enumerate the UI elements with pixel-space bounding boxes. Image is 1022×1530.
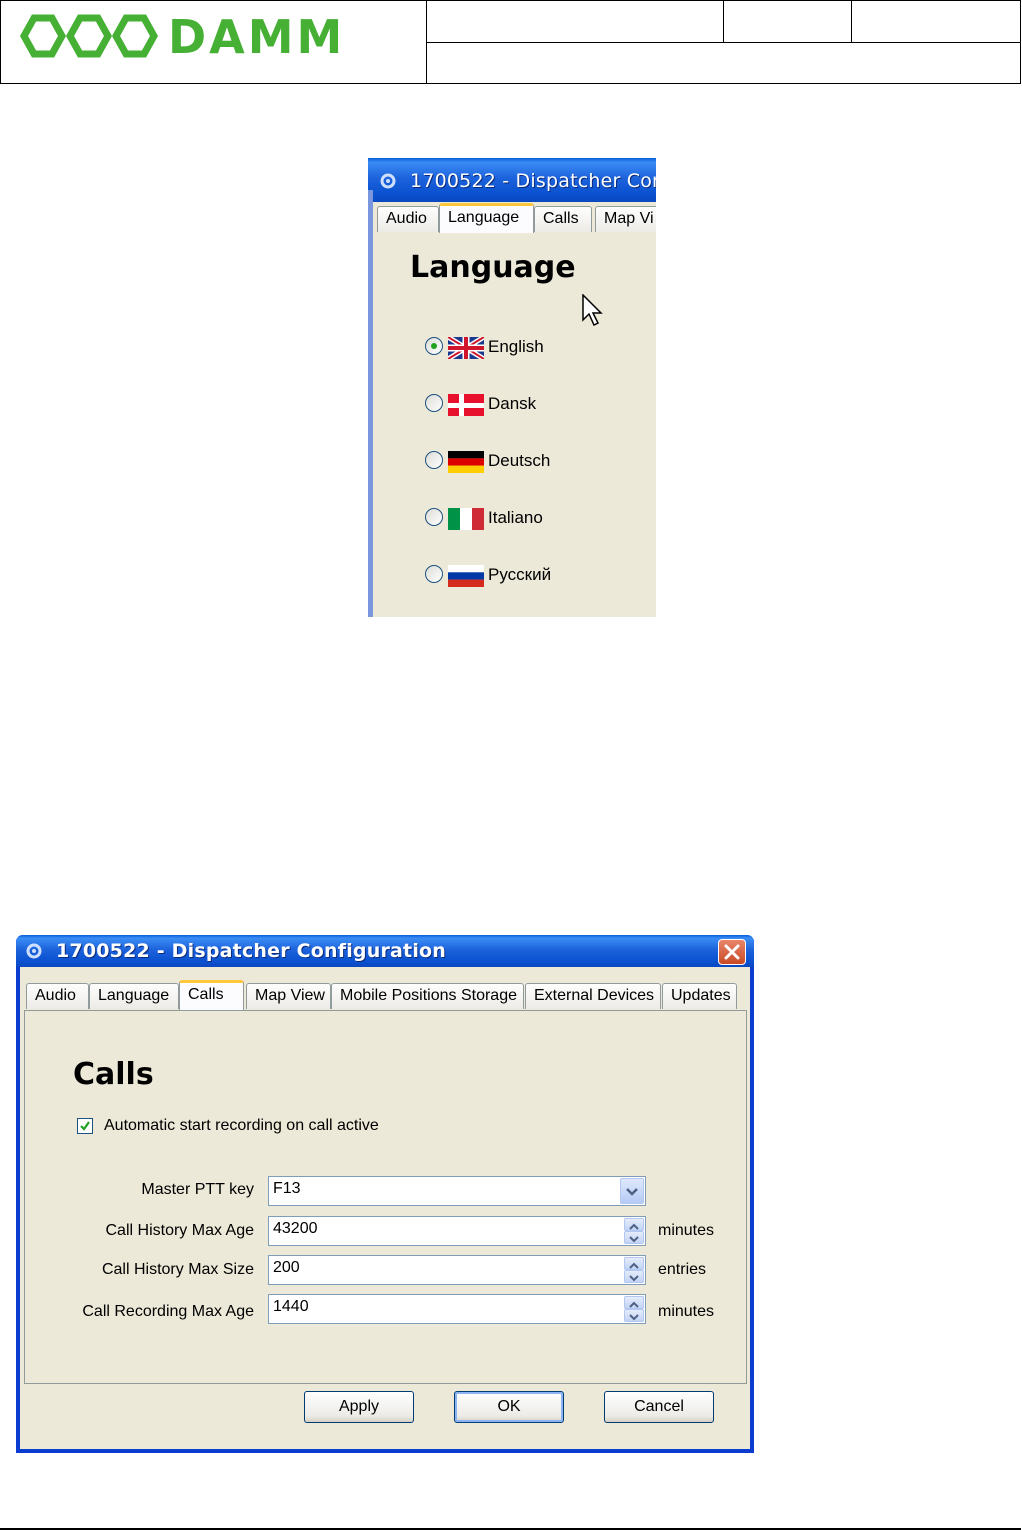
spin-down-button[interactable] — [624, 1309, 644, 1322]
language-window: 1700522 - Dispatcher Conf Audio Language… — [368, 158, 656, 617]
mouse-cursor-icon — [582, 294, 603, 327]
spin-down-button[interactable] — [624, 1231, 644, 1244]
window-title: 1700522 - Dispatcher Conf — [410, 170, 656, 192]
denmark-flag-icon — [448, 394, 484, 416]
spinner-buttons — [624, 1296, 644, 1322]
auto-record-checkbox[interactable] — [77, 1118, 93, 1134]
recording-age-label: Call Recording Max Age — [82, 1303, 254, 1320]
radio-button[interactable] — [425, 565, 443, 583]
radio-button[interactable] — [425, 394, 443, 412]
logo-text: DAMM — [168, 10, 345, 64]
ok-button[interactable]: OK — [454, 1391, 564, 1423]
master-ptt-value: F13 — [273, 1180, 301, 1197]
history-age-value: 43200 — [273, 1220, 318, 1237]
damm-logo: DAMM — [19, 10, 345, 64]
title-bar: 1700522 - Dispatcher Configuration — [16, 935, 754, 967]
history-size-label: Call History Max Size — [101, 1261, 254, 1278]
document-header: DAMM — [0, 0, 1021, 84]
tab-strip: Audio Language Calls Map Vi — [377, 203, 656, 234]
recording-age-unit: minutes — [658, 1303, 715, 1320]
tab-language[interactable]: Language — [89, 983, 179, 1009]
recording-age-value: 1440 — [273, 1298, 309, 1315]
window-body: Audio Language Calls Map View Mobile Pos… — [20, 967, 750, 1449]
chevron-down-icon — [629, 1314, 639, 1321]
cancel-button[interactable]: Cancel — [604, 1391, 714, 1423]
radio-button[interactable] — [425, 337, 443, 355]
russia-flag-icon — [448, 565, 484, 587]
language-label: Dansk — [488, 394, 537, 413]
close-button[interactable] — [718, 939, 746, 965]
language-label: Italiano — [488, 508, 543, 527]
tab-map-view[interactable]: Map Vi — [595, 206, 656, 232]
tab-external-devices[interactable]: External Devices — [525, 983, 661, 1009]
history-size-unit: entries — [658, 1261, 707, 1278]
tab-calls[interactable]: Calls — [179, 980, 244, 1010]
tab-audio[interactable]: Audio — [377, 206, 439, 232]
tab-calls[interactable]: Calls — [534, 206, 592, 232]
window-frame-edge — [368, 190, 373, 617]
tab-language[interactable]: Language — [439, 203, 534, 233]
history-age-label: Call History Max Age — [105, 1222, 255, 1239]
uk-flag-icon — [448, 337, 484, 359]
header-cell-3 — [851, 0, 1021, 43]
spin-up-button[interactable] — [624, 1218, 644, 1231]
master-ptt-dropdown[interactable]: F13 — [268, 1176, 646, 1206]
history-size-spinner[interactable]: 200 — [268, 1255, 646, 1285]
window-title: 1700522 - Dispatcher Configuration — [56, 940, 447, 962]
spinner-buttons — [624, 1218, 644, 1244]
title-bar: 1700522 - Dispatcher Conf — [368, 158, 656, 202]
recording-age-spinner[interactable]: 1440 — [268, 1294, 646, 1324]
spinner-buttons — [624, 1257, 644, 1283]
page-heading: Calls — [73, 1057, 154, 1092]
gear-icon — [380, 173, 396, 189]
history-size-value: 200 — [273, 1259, 300, 1276]
page-heading: Language — [410, 250, 576, 285]
apply-button[interactable]: Apply — [304, 1391, 414, 1423]
header-cell-4 — [426, 42, 1021, 84]
radio-button[interactable] — [425, 508, 443, 526]
chevron-down-icon — [629, 1236, 639, 1243]
header-cell-1 — [426, 0, 724, 43]
tab-strip: Audio Language Calls Map View Mobile Pos… — [26, 980, 746, 1011]
radio-button[interactable] — [425, 451, 443, 469]
tab-audio[interactable]: Audio — [26, 983, 89, 1009]
auto-record-label: Automatic start recording on call active — [104, 1117, 379, 1134]
tab-map-view[interactable]: Map View — [246, 983, 331, 1009]
chevron-down-icon — [626, 1188, 638, 1196]
italy-flag-icon — [448, 508, 484, 530]
dispatcher-configuration-window: 1700522 - Dispatcher Configuration Audio… — [16, 935, 754, 1453]
dropdown-button[interactable] — [620, 1178, 644, 1204]
master-ptt-label: Master PTT key — [141, 1181, 254, 1198]
close-icon — [724, 944, 740, 960]
tab-mobile-positions-storage[interactable]: Mobile Positions Storage — [331, 983, 524, 1009]
chevron-down-icon — [629, 1275, 639, 1282]
history-age-spinner[interactable]: 43200 — [268, 1216, 646, 1246]
gear-icon — [26, 943, 42, 959]
language-label: Deutsch — [488, 451, 551, 470]
checkmark-icon — [80, 1121, 90, 1131]
language-label: English — [488, 337, 544, 356]
calls-panel: Calls Automatic start recording on call … — [24, 1010, 747, 1384]
spin-up-button[interactable] — [624, 1296, 644, 1309]
hexagon-rings-icon — [19, 14, 159, 58]
spin-down-button[interactable] — [624, 1270, 644, 1283]
history-age-unit: minutes — [658, 1222, 715, 1239]
germany-flag-icon — [448, 451, 484, 473]
language-label: Русский — [488, 565, 552, 584]
header-cell-2 — [723, 0, 852, 43]
tab-updates[interactable]: Updates — [662, 983, 737, 1009]
spin-up-button[interactable] — [624, 1257, 644, 1270]
